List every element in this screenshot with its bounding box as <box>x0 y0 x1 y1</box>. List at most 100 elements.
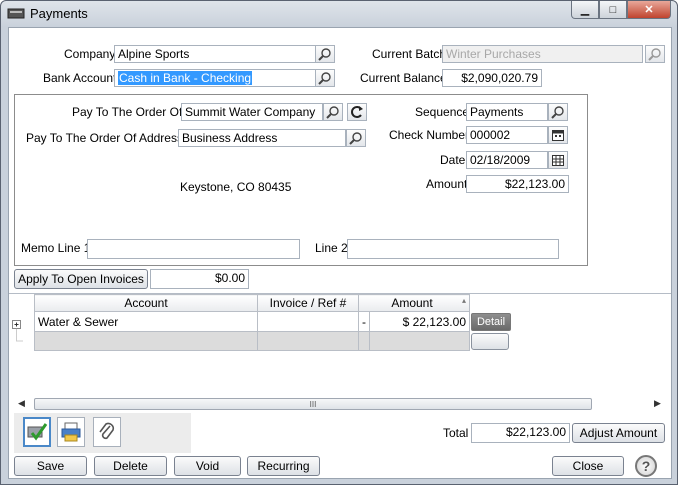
company-field[interactable]: Alpine Sports <box>114 45 317 63</box>
minimize-button[interactable]: ▁ <box>571 1 599 19</box>
save-button[interactable]: Save <box>14 456 87 476</box>
payment-form: Company Alpine Sports Bank Account Cash … <box>8 27 672 479</box>
pay-to-address-field[interactable]: Business Address <box>178 129 346 147</box>
payee-section: Pay To The Order Of Summit Water Company… <box>14 94 588 266</box>
memo-line-2-field[interactable] <box>347 239 559 259</box>
window-controls: ▁ □ ✕ <box>571 1 671 19</box>
scroll-thumb[interactable]: III <box>34 398 592 410</box>
action-column-header <box>469 294 513 312</box>
date-label: Date <box>440 153 466 167</box>
maximize-icon: □ <box>609 3 617 16</box>
bank-account-field[interactable]: Cash in Bank - Checking <box>114 69 317 87</box>
calendar-icon <box>552 130 564 141</box>
print-tool-button[interactable] <box>57 417 85 447</box>
address-lookup-button[interactable] <box>346 129 366 147</box>
apply-amount-field: $0.00 <box>150 269 249 289</box>
company-label: Company <box>64 47 116 61</box>
title-bar[interactable]: Payments ▁ □ ✕ <box>1 1 677 27</box>
row-flag-cell: - <box>358 311 370 332</box>
new-row-account-cell[interactable] <box>34 331 258 351</box>
bank-account-lookup-button[interactable] <box>315 69 335 87</box>
column-header-amount-label: Amount <box>391 296 433 310</box>
checkbook-icon <box>7 8 25 19</box>
row-action-cell: Detail <box>470 312 513 332</box>
horizontal-scrollbar[interactable]: ◀ III ▶ <box>14 396 666 412</box>
apply-to-open-invoices-button[interactable]: Apply To Open Invoices <box>14 269 148 289</box>
check-approve-icon <box>27 423 48 441</box>
row-ref-cell[interactable] <box>257 311 359 332</box>
current-balance-field: $2,090,020.79 <box>442 69 542 87</box>
bank-account-label: Bank Account <box>43 71 117 85</box>
scroll-left-icon[interactable]: ◀ <box>18 398 25 409</box>
window-title: Payments <box>30 6 88 21</box>
adjust-amount-button[interactable]: Adjust Amount <box>572 423 665 443</box>
action-icon-toolbar <box>14 413 191 453</box>
help-icon[interactable]: ? <box>635 455 657 477</box>
minimize-icon: ▁ <box>580 4 590 16</box>
delete-button[interactable]: Delete <box>94 456 167 476</box>
row-account-cell[interactable]: Water & Sewer <box>34 311 258 332</box>
new-row[interactable] <box>34 331 513 351</box>
amount-field[interactable]: $22,123.00 <box>466 175 569 193</box>
payments-window: Payments ▁ □ ✕ Company Alpine Sports Ban… <box>0 0 678 485</box>
memo-line-1-field[interactable] <box>87 239 300 259</box>
sequence-lookup-button[interactable] <box>548 103 568 121</box>
maximize-button[interactable]: □ <box>599 1 627 19</box>
bank-account-value: Cash in Bank - Checking <box>118 71 253 85</box>
tree-expand-icon[interactable] <box>11 316 27 346</box>
magnifier-icon <box>318 72 331 85</box>
current-batch-label: Current Batch <box>372 47 447 61</box>
memo-line-1-label: Memo Line 1 <box>21 241 91 255</box>
sequence-label: Sequence <box>415 105 470 119</box>
printer-icon <box>61 422 81 442</box>
table-row[interactable]: Water & Sewer - $ 22,123.00 Detail <box>34 311 513 332</box>
magnifier-icon <box>648 48 661 61</box>
check-number-label: Check Number <box>389 128 470 142</box>
sequence-field[interactable]: Payments <box>466 103 548 121</box>
close-icon: ✕ <box>644 4 654 16</box>
memo-line-2-label: Line 2 <box>315 241 348 255</box>
column-header-account[interactable]: Account <box>34 294 258 312</box>
new-row-action-cell <box>469 331 513 351</box>
calendar-icon <box>552 155 564 166</box>
recurring-button[interactable]: Recurring <box>247 456 320 476</box>
current-balance-label: Current Balance <box>360 71 447 85</box>
attach-tool-button[interactable] <box>93 417 121 447</box>
distribution-grid: Account Invoice / Ref # Amount ▴ Water & … <box>34 294 513 351</box>
new-row-detail-button[interactable] <box>471 332 509 350</box>
pay-to-field[interactable]: Summit Water Company <box>181 103 323 121</box>
total-label: Total <box>443 426 469 440</box>
column-header-amount[interactable]: Amount ▴ <box>358 294 470 312</box>
approve-tool-button[interactable] <box>23 417 51 447</box>
paperclip-icon <box>99 422 115 440</box>
pay-to-address-label: Pay To The Order Of Address <box>26 131 183 145</box>
total-field: $22,123.00 <box>471 423 570 443</box>
current-batch-lookup-button <box>645 45 665 63</box>
check-number-picker-button[interactable] <box>548 126 568 144</box>
magnifier-icon <box>326 106 339 119</box>
scroll-right-icon[interactable]: ▶ <box>654 398 661 409</box>
column-header-invoice-ref[interactable]: Invoice / Ref # <box>257 294 359 312</box>
close-button[interactable]: Close <box>552 456 624 476</box>
new-row-flag-cell <box>358 331 370 351</box>
magnifier-icon <box>551 106 564 119</box>
refresh-payee-button[interactable] <box>347 103 367 121</box>
magnifier-icon <box>349 132 362 145</box>
close-window-button[interactable]: ✕ <box>627 1 671 19</box>
refresh-arrow-icon <box>351 106 363 118</box>
date-picker-button[interactable] <box>548 151 568 169</box>
check-number-field[interactable]: 000002 <box>466 126 548 144</box>
distribution-grid-area: Account Invoice / Ref # Amount ▴ Water & … <box>9 294 671 412</box>
row-amount-cell[interactable]: $ 22,123.00 <box>369 311 470 332</box>
company-lookup-button[interactable] <box>315 45 335 63</box>
new-row-ref-cell[interactable] <box>257 331 359 351</box>
sort-ascending-icon: ▴ <box>461 296 466 305</box>
pay-to-label: Pay To The Order Of <box>72 105 183 119</box>
pay-to-lookup-button[interactable] <box>323 103 343 121</box>
void-button[interactable]: Void <box>174 456 241 476</box>
detail-button[interactable]: Detail <box>471 312 511 331</box>
amount-label: Amount <box>426 177 468 191</box>
date-field[interactable]: 02/18/2009 <box>466 151 548 169</box>
new-row-amount-cell[interactable] <box>369 331 470 351</box>
payee-address-city: Keystone, CO 80435 <box>180 180 292 194</box>
